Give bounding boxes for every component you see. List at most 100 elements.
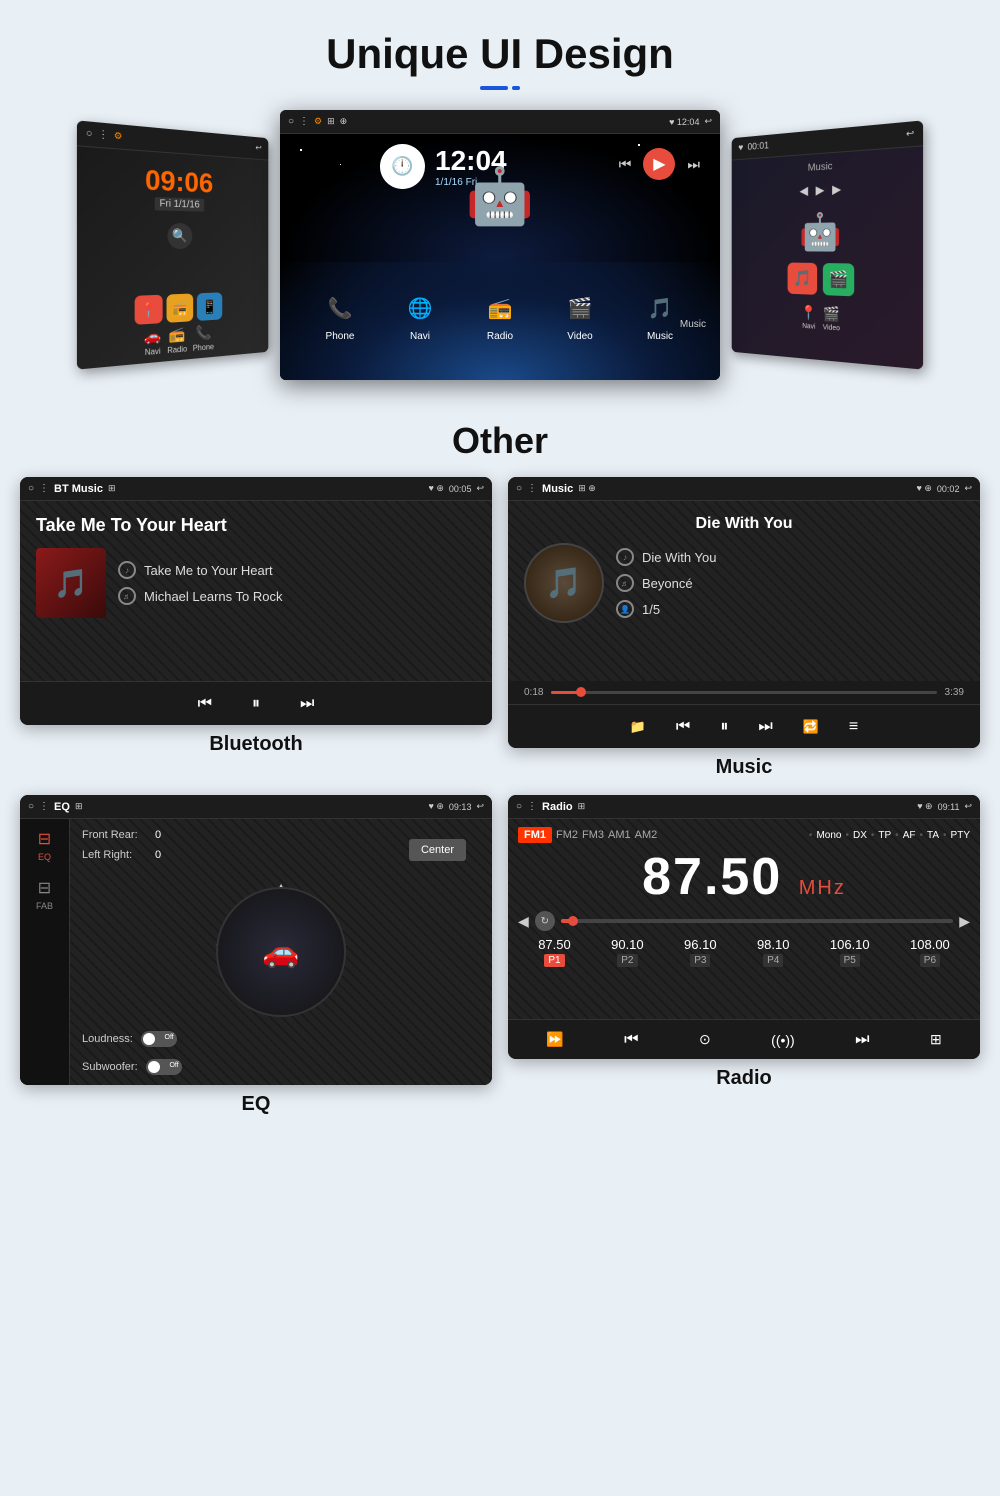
radio-seek-right-button[interactable]: ▶ [959,913,970,930]
music-repeat-button[interactable]: 🔁 [803,719,819,735]
radio-preset-1[interactable]: 87.50 P1 [538,937,571,967]
nav-item-phone: 📞 Phone [193,324,214,353]
music-note-icon: ♪ [118,561,136,579]
center-app-music: 🎵 Music [640,288,680,342]
music-prev-button[interactable]: ⏮ [676,718,690,736]
loudness-toggle[interactable]: Off [141,1031,177,1047]
track-num-icon: 👤 [616,600,634,618]
radio-screen: ○ ⋮ Radio ⊞ ♥ ⊕ 09:11 ↩ FM1 FM2 FM3 [508,795,980,1059]
radio-next-button[interactable]: ⏭ [855,1031,869,1049]
music-content: Die With You 🎵 ♪ Die With You ♬ Beyoncé [508,501,980,681]
music-screen: ○ ⋮ Music ⊞ ⊕ ♥ ⊕ 00:02 ↩ Die With You 🎵 [508,477,980,748]
eq-panel-container: ○ ⋮ EQ ⊞ ♥ ⊕ 09:13 ↩ ⊟ EQ [20,795,492,1116]
music-list-button[interactable]: ≡ [849,718,858,736]
radio-list-button[interactable]: ⊞ [930,1031,942,1048]
center-button[interactable]: Center [409,839,466,861]
radio-topbar-label: Radio [542,801,573,813]
music-note-icon2: ♪ [616,548,634,566]
radio-preset-3[interactable]: 96.10 P3 [684,937,717,967]
radio-opt-tp[interactable]: TP [878,830,891,841]
nav-item-radio: 📻 Radio [167,326,187,356]
right-topbar-right: ↩ [906,128,914,140]
radio-slider-thumb [568,916,578,926]
bt-track-name: Take Me to Your Heart [144,563,273,578]
eq-sidebar-fab[interactable]: ⊟ FAB [36,878,53,911]
android-figure-center: 🤖 [466,164,534,229]
radio-preset-5[interactable]: 106.10 P5 [830,937,870,967]
bt-label: Bluetooth [209,733,302,756]
radio-home-button[interactable]: ⊙ [699,1031,711,1048]
music-next-button[interactable]: ⏭ [758,718,772,736]
eq-joystick-container: ▲ ▼ ◀ ▶ 🚗 [82,869,480,1019]
title-underline [0,86,1000,90]
music-info-row: 🎵 ♪ Die With You ♬ Beyoncé 👤 1/5 [524,543,964,623]
music-folder-button[interactable]: 📁 [630,719,646,735]
center-app-navi: 🌐 Navi [400,288,440,342]
loudness-label: Loudness: [82,1033,133,1045]
radio-fm3-button[interactable]: FM3 [582,829,604,841]
center-screen: ○ ⋮ ⚙ ⊞ ⊕ ♥ 12:04 ↩ 🕛 12:04 [280,110,720,380]
radio-preset-6[interactable]: 108.00 P6 [910,937,950,967]
app-icon-radio: 📻 [167,293,194,322]
center-screen-topbar: ○ ⋮ ⚙ ⊞ ⊕ ♥ 12:04 ↩ [280,110,720,134]
music-song-title: Die With You [524,515,964,533]
eq-sidebar-eq[interactable]: ⊟ EQ [38,829,51,862]
center-music-controls: ⏮ ▶ ⏭ [619,148,700,180]
eq-left-right-value: 0 [155,849,161,861]
bt-next-button[interactable]: ⏭ [300,695,314,713]
radio-fm2-button[interactable]: FM2 [556,829,578,841]
radio-seek-left-button[interactable]: ◀ [518,913,529,930]
radio-opt-pty[interactable]: PTY [951,830,970,841]
music-label: Music [716,756,773,779]
bt-topbar-right: ♥ ⊕ 00:05 ↩ [429,483,484,494]
radio-slider-track[interactable] [561,919,953,923]
music-panel-container: ○ ⋮ Music ⊞ ⊕ ♥ ⊕ 00:02 ↩ Die With You 🎵 [508,477,980,779]
bt-prev-button[interactable]: ⏮ [198,695,212,713]
radio-am2-button[interactable]: AM2 [635,829,658,841]
radio-preset-4[interactable]: 98.10 P4 [757,937,790,967]
radio-antenna-button[interactable]: ((•)) [771,1032,795,1048]
eq-label: EQ [242,1093,271,1116]
right-app-icons: 🎵 🎬 [788,263,855,297]
other-section: Other [0,400,1000,477]
search-icon-circle: 🔍 [168,223,193,249]
progress-track[interactable] [551,691,936,694]
music-track-name-row: ♪ Die With You [616,548,716,566]
center-play-btn[interactable]: ▶ [643,148,675,180]
radio-opt-mono[interactable]: Mono [816,830,841,841]
right-music-label: Music [808,161,833,174]
music-topbar: ○ ⋮ Music ⊞ ⊕ ♥ ⊕ 00:02 ↩ [508,477,980,501]
radio-opt-af[interactable]: AF [903,830,916,841]
music-album-art: 🎵 [524,543,604,623]
radio-prev-button[interactable]: ⏮ [624,1031,638,1049]
radio-am1-button[interactable]: AM1 [608,829,631,841]
music-progress: 0:18 3:39 [508,681,980,704]
eq-sidebar-fab-icon: ⊟ [38,878,51,898]
music-topbar-label: Music [542,483,573,495]
radio-controls: ⏩ ⏮ ⊙ ((•)) ⏭ ⊞ [508,1019,980,1059]
radio-opt-dx[interactable]: DX [853,830,867,841]
eq-joystick-wrapper: ▲ ▼ ◀ ▶ 🚗 [216,879,346,1009]
eq-topbar: ○ ⋮ EQ ⊞ ♥ ⊕ 09:13 ↩ [20,795,492,819]
bt-topbar: ○ ⋮ BT Music ⊞ ♥ ⊕ 00:05 ↩ [20,477,492,501]
eq-joystick[interactable]: 🚗 [216,887,346,1017]
music-pause-button[interactable]: ⏸ [720,718,728,736]
left-screen-date: Fri 1/1/16 [155,197,205,212]
left-screen: ○ ⋮ ⚙ ↩ 09:06 Fri 1/1/16 🔍 📍 📻 📱 🚗 [77,120,268,369]
bt-topbar-left: ○ ⋮ BT Music ⊞ [28,483,116,495]
radio-fm1-button[interactable]: FM1 [518,827,552,843]
music-track-num-row: 👤 1/5 [616,600,716,618]
radio-topbar-right: ♥ ⊕ 09:11 ↩ [917,801,972,812]
radio-preset-2[interactable]: 90.10 P2 [611,937,644,967]
radio-opt-ta[interactable]: TA [927,830,939,841]
center-screen-content: 🕛 12:04 1/1/16 Fri ⏮ ▶ ⏭ Music 🤖 📞 [280,134,720,380]
music-artist-row: ♬ Beyoncé [616,574,716,592]
app-icon-navi: 📍 [135,295,163,325]
bt-pause-button[interactable]: ⏸ [252,695,260,713]
subwoofer-toggle[interactable]: Off [146,1059,182,1075]
right-screen-content: Music ◀ ▶ ▶ 🤖 🎵 🎬 📍 Navi 🎬 [732,146,923,369]
radio-frequency-display: 87.50 MHz [518,847,970,907]
radio-time: 09:11 [938,802,960,812]
music-artist-icon: ♬ [616,574,634,592]
panels-grid: ○ ⋮ BT Music ⊞ ♥ ⊕ 00:05 ↩ Take Me To Yo… [0,477,1000,1136]
